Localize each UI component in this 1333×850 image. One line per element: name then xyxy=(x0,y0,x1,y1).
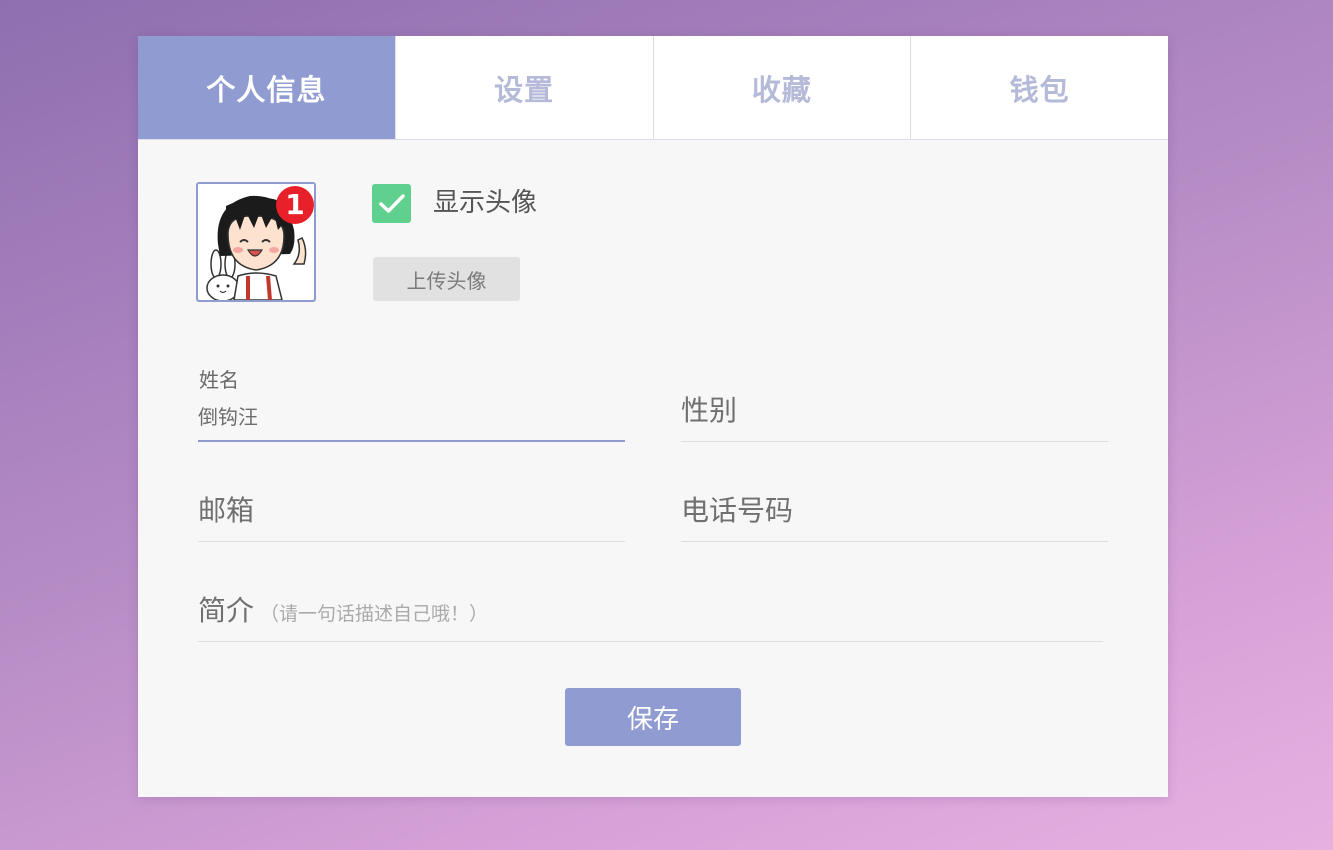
tab-bar: 个人信息 设置 收藏 钱包 xyxy=(138,36,1168,140)
show-avatar-checkbox[interactable] xyxy=(372,184,411,223)
notification-badge: 1 xyxy=(276,186,314,224)
phone-field[interactable]: 电话号码 xyxy=(681,466,1108,542)
bio-placeholder: 简介 （请一句话描述自己哦！） xyxy=(198,589,488,629)
profile-card: 个人信息 设置 收藏 钱包 1 显示头像 上传头像 姓名 倒钩汪 性别 邮箱 电… xyxy=(138,36,1168,797)
tab-settings[interactable]: 设置 xyxy=(396,36,654,139)
bio-label: 简介 xyxy=(198,594,255,627)
show-avatar-label: 显示头像 xyxy=(433,188,538,218)
email-field[interactable]: 邮箱 xyxy=(198,466,625,542)
phone-placeholder: 电话号码 xyxy=(681,494,794,527)
tab-favorites[interactable]: 收藏 xyxy=(654,36,912,139)
tab-personal-info[interactable]: 个人信息 xyxy=(138,36,396,139)
name-value: 倒钩汪 xyxy=(198,405,258,429)
tab-wallet[interactable]: 钱包 xyxy=(911,36,1168,139)
name-field[interactable]: 姓名 倒钩汪 xyxy=(198,364,625,442)
name-label: 姓名 xyxy=(199,368,239,392)
bio-hint: （请一句话描述自己哦！） xyxy=(260,603,489,625)
upload-avatar-button[interactable]: 上传头像 xyxy=(373,257,520,301)
gender-field[interactable]: 性别 xyxy=(681,364,1108,442)
avatar[interactable]: 1 xyxy=(196,182,316,302)
bio-field[interactable]: 简介 （请一句话描述自己哦！） xyxy=(198,566,1103,642)
save-button[interactable]: 保存 xyxy=(565,688,741,746)
checkmark-icon xyxy=(378,193,405,213)
gender-placeholder: 性别 xyxy=(681,394,738,427)
email-placeholder: 邮箱 xyxy=(198,494,255,527)
